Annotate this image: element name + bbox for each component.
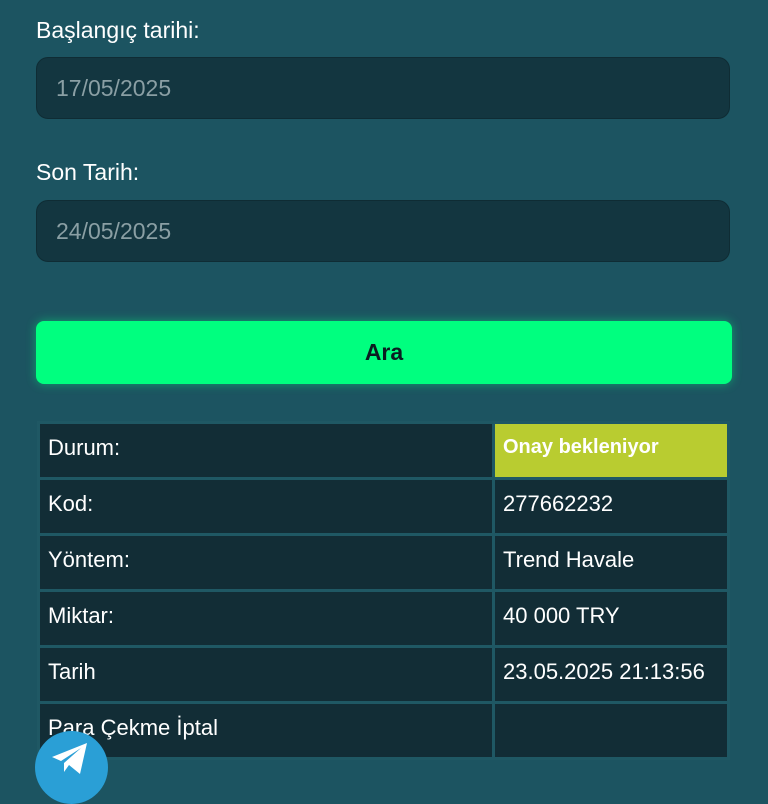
status-badge: Onay bekleniyor: [495, 424, 727, 477]
transaction-details-table: Durum: Onay bekleniyor Kod: 277662232 Yö…: [37, 421, 730, 760]
start-date-label: Başlangıç tarihi:: [36, 17, 200, 43]
table-row: Durum: Onay bekleniyor: [40, 424, 727, 477]
table-row: Yöntem: Trend Havale: [40, 536, 727, 589]
date-value: 23.05.2025 21:13:56: [495, 648, 727, 701]
cancel-withdrawal-action[interactable]: [495, 704, 727, 757]
end-date-input[interactable]: [36, 200, 730, 262]
table-row: Kod: 277662232: [40, 480, 727, 533]
table-row: Para Çekme İptal: [40, 704, 727, 757]
amount-label: Miktar:: [40, 592, 492, 645]
table-row: Tarih 23.05.2025 21:13:56: [40, 648, 727, 701]
cancel-withdrawal-label: Para Çekme İptal: [40, 704, 492, 757]
code-value: 277662232: [495, 480, 727, 533]
search-button[interactable]: Ara: [36, 321, 732, 384]
end-date-label: Son Tarih:: [36, 159, 140, 185]
start-date-input[interactable]: [36, 57, 730, 119]
method-label: Yöntem:: [40, 536, 492, 589]
amount-value: 40 000 TRY: [495, 592, 727, 645]
code-label: Kod:: [40, 480, 492, 533]
table-row: Miktar: 40 000 TRY: [40, 592, 727, 645]
telegram-icon: [51, 742, 87, 774]
status-label: Durum:: [40, 424, 492, 477]
method-value: Trend Havale: [495, 536, 727, 589]
date-label: Tarih: [40, 648, 492, 701]
